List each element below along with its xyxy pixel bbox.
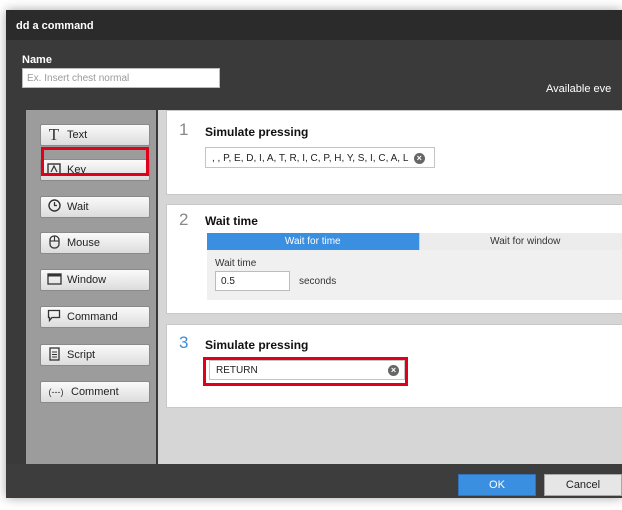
- available-events-label: Available eve: [546, 83, 612, 95]
- step-number: 1: [179, 120, 189, 139]
- wait-time-label: Wait time: [215, 258, 257, 269]
- text-command-label: Text: [67, 129, 88, 141]
- key-sequence-text: , , P, E, D, I, A, T, R, I, C, P, H, Y, …: [212, 153, 409, 165]
- document-icon: [41, 346, 67, 364]
- script-command-label: Script: [67, 349, 96, 361]
- step-title: Simulate pressing: [205, 125, 309, 139]
- mouse-command-label: Mouse: [67, 237, 101, 249]
- cancel-button[interactable]: Cancel: [544, 474, 622, 496]
- command-command-label: Command: [67, 311, 118, 323]
- window-command-label: Window: [67, 274, 107, 286]
- clock-icon: [41, 199, 67, 215]
- step-number: 3: [179, 333, 189, 352]
- tab-wait-for-window[interactable]: Wait for window: [418, 233, 622, 250]
- clear-icon[interactable]: ×: [413, 153, 425, 164]
- key-sequence-field[interactable]: , , P, E, D, I, A, T, R, I, C, P, H, Y, …: [205, 147, 435, 168]
- text-icon: T: [48, 125, 60, 144]
- step-title: Wait time: [205, 214, 258, 228]
- add-command-dialog: dd a command Name Available eve T Text K…: [6, 10, 622, 498]
- seconds-unit-label: seconds: [299, 276, 337, 287]
- comment-command-button[interactable]: (---) Comment: [40, 381, 150, 403]
- mouse-command-button[interactable]: Mouse: [40, 232, 150, 254]
- window-command-button[interactable]: Window: [40, 269, 150, 291]
- wait-time-panel: Wait time seconds: [207, 250, 622, 300]
- step-1-card[interactable]: 1 Simulate pressing , , P, E, D, I, A, T…: [166, 110, 622, 195]
- wait-command-label: Wait: [67, 201, 89, 213]
- dialog-footer: OK Cancel: [6, 464, 622, 498]
- tab-wait-for-time[interactable]: Wait for time: [207, 233, 419, 250]
- comment-command-label: Comment: [71, 386, 119, 398]
- mouse-icon: [41, 234, 67, 252]
- wait-time-input[interactable]: [215, 271, 290, 291]
- command-command-button[interactable]: Command: [40, 306, 150, 328]
- name-input[interactable]: [22, 68, 220, 88]
- script-command-button[interactable]: Script: [40, 344, 150, 366]
- name-label: Name: [22, 54, 52, 66]
- wait-mode-tabs: Wait for time Wait for window: [207, 233, 622, 250]
- window-title: dd a command: [16, 20, 94, 32]
- step-title: Simulate pressing: [205, 338, 309, 352]
- step-number: 2: [179, 210, 189, 229]
- speech-bubble-icon: [41, 309, 67, 325]
- text-command-button[interactable]: T Text: [40, 124, 150, 146]
- step-2-card[interactable]: 2 Wait time Wait for time Wait for windo…: [166, 204, 622, 314]
- ok-button[interactable]: OK: [458, 474, 536, 496]
- title-bar: dd a command: [6, 10, 622, 40]
- command-list: 1 Simulate pressing , , P, E, D, I, A, T…: [158, 110, 622, 464]
- window-icon: [41, 272, 67, 288]
- wait-command-button[interactable]: Wait: [40, 196, 150, 218]
- comment-icon: (---): [48, 387, 64, 397]
- return-key-highlight: [203, 357, 408, 386]
- key-button-highlight: [41, 147, 149, 176]
